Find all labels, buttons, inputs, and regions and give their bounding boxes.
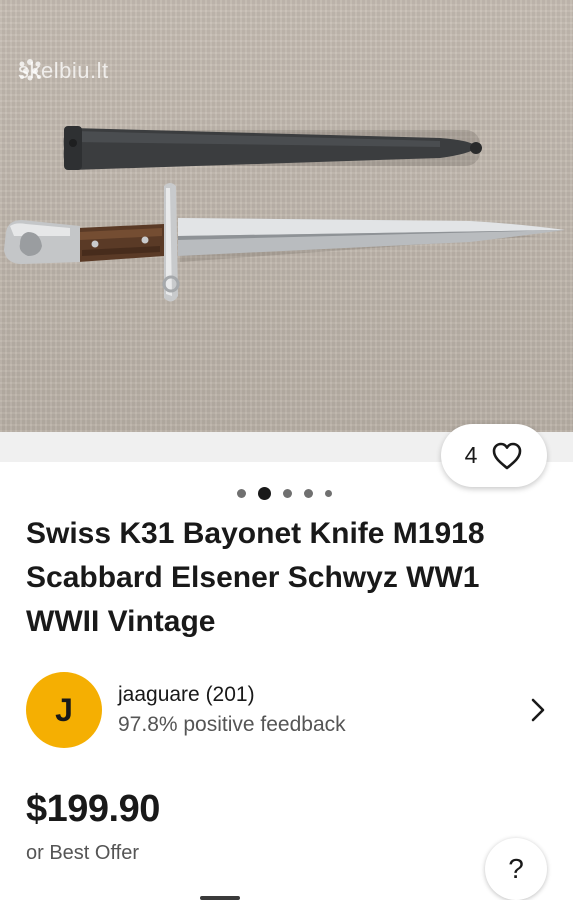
carousel-dot[interactable] [283,488,292,498]
question-icon: ? [508,853,524,884]
chevron-right-icon[interactable] [528,696,548,724]
seller-info: jaaguare (201) 97.8% positive feedback [118,680,528,740]
like-count: 4 [464,442,478,468]
listing-photo[interactable]: skelbiu.lt [0,0,573,432]
best-offer-text: or Best Offer [26,842,140,864]
help-button[interactable]: ? [485,838,547,900]
heart-icon [493,442,522,469]
seller-row[interactable]: J jaaguare (201) 97.8% positive feedback [26,671,548,749]
watch-button[interactable]: 4 [441,424,547,487]
listing-title: Swiss K31 Bayonet Knife M1918 Scabbard E… [26,517,485,638]
carousel-dot-active[interactable] [258,486,271,500]
carousel-dot[interactable] [304,488,313,498]
carousel-dot[interactable] [237,488,246,498]
price: $199.90 [26,788,160,830]
bottom-edge-element [200,896,240,900]
carousel-indicator [237,486,332,500]
carousel-dot[interactable] [325,489,332,497]
watermark: skelbiu.lt [18,58,109,84]
seller-name: jaaguare (201) [118,683,255,706]
watermark-logo-icon [19,59,41,81]
avatar: J [26,672,102,748]
seller-feedback: 97.8% positive feedback [118,713,346,736]
